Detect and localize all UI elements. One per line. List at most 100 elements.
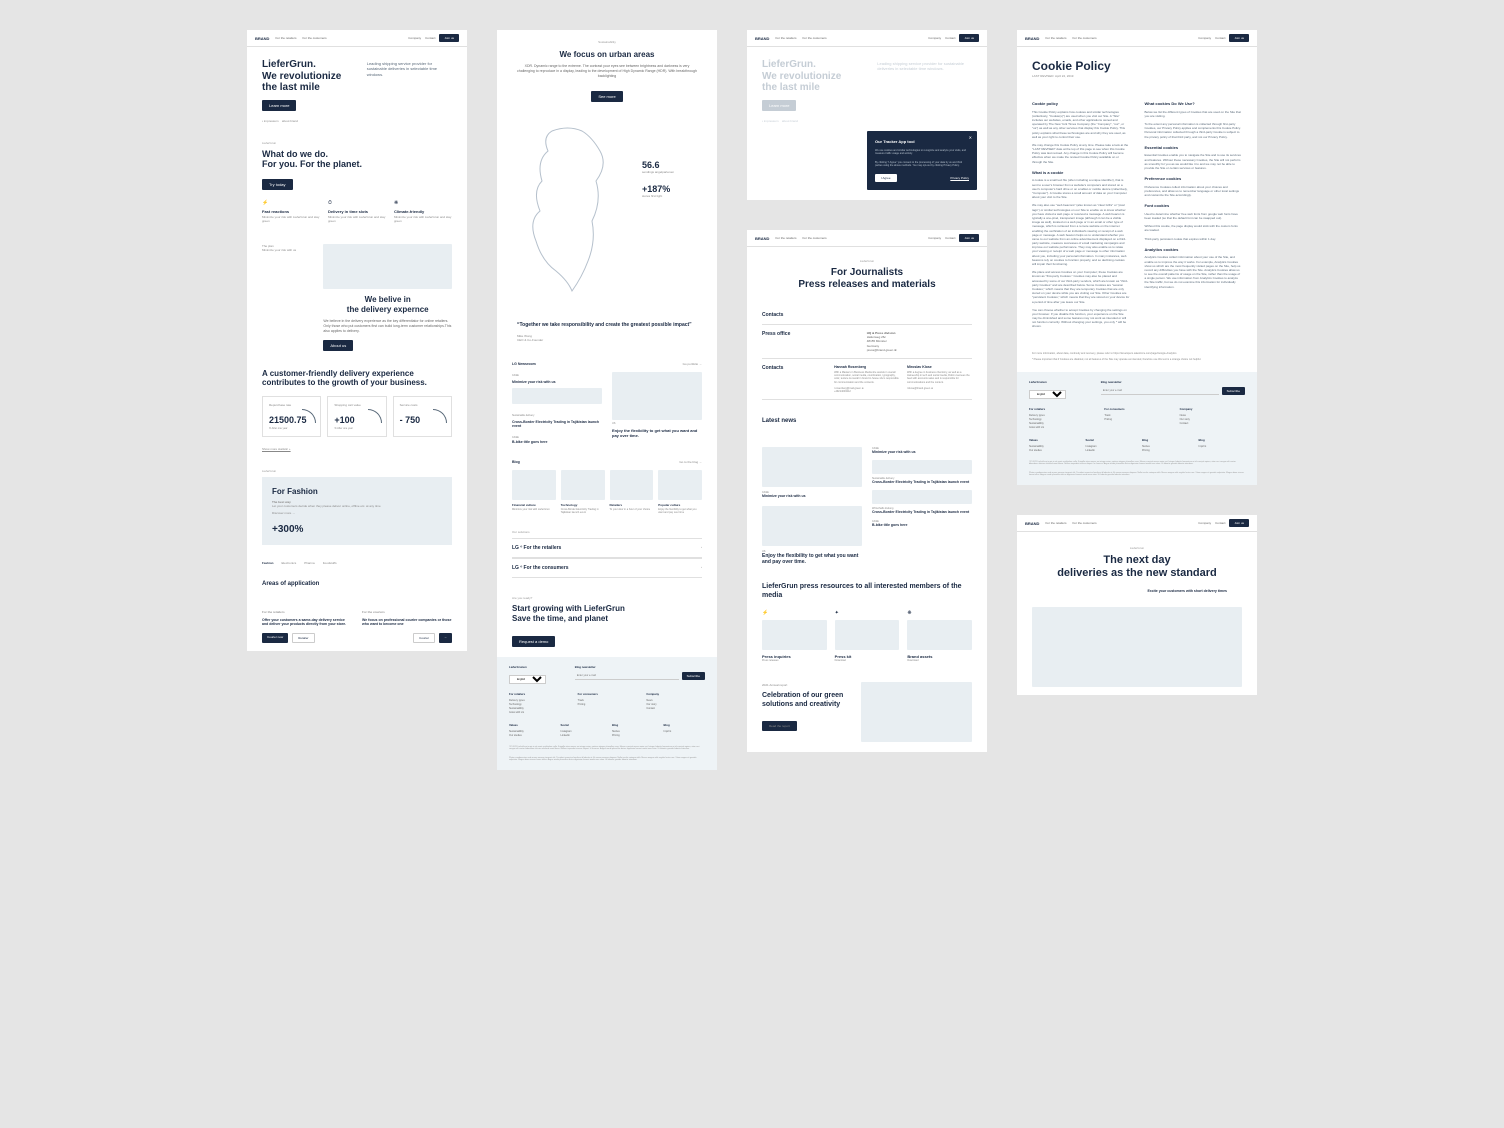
- resource-brand: ❋Brand assetsDownload: [907, 610, 972, 662]
- contact-person-1: Hannah Rosenberg With a Masters in Busin…: [834, 365, 899, 394]
- focus-body: XDR. Dynamic range to the extreme. The c…: [517, 64, 697, 79]
- tab-pharma[interactable]: Pharma: [304, 561, 315, 565]
- nav-retailers[interactable]: For the retailers: [275, 36, 296, 40]
- privacy-link[interactable]: Privacy Policy: [950, 176, 969, 180]
- what-we-do: LieferGrun What do we do. For you. For t…: [247, 131, 467, 234]
- fashion-stat: +300%: [272, 524, 442, 535]
- quote-text: “Together we take responsibility and cre…: [517, 322, 697, 329]
- tab-electronics[interactable]: Electronics: [282, 561, 297, 565]
- news-image-lg: [762, 447, 862, 487]
- stats-row: Repurchase rate21500.75% After one year …: [247, 396, 467, 447]
- latest-news-title: Latest news: [762, 418, 972, 425]
- accordion-consumers[interactable]: LG º For the consumers›: [512, 558, 702, 578]
- contact-person-2: Miroslav Klose With a degree in business…: [907, 365, 972, 394]
- news-split: CASE Minimize your risk with us US Enjoy…: [747, 439, 987, 573]
- hero-title: LieferGrun. We revolutionize the last mi…: [262, 59, 357, 94]
- fashion-section: LieferGrun For Fashion The best way Let …: [247, 459, 467, 555]
- top-nav: BRAND For the retailers For the customer…: [247, 30, 467, 47]
- leaf-icon: ❋: [394, 200, 452, 206]
- hero-title-faded: LieferGrun. We revolutionize the last mi…: [762, 59, 867, 94]
- blog-card: Financial cultureMinimize your risk with…: [512, 470, 556, 514]
- about-image: [323, 244, 452, 289]
- news-image: [612, 372, 702, 420]
- meta-1: • impressum: [262, 119, 279, 123]
- lang-select[interactable]: English: [1029, 390, 1066, 399]
- email-input[interactable]: [575, 672, 679, 680]
- resource-inquiries: ⚡Press inquiriesPress releases: [762, 610, 827, 662]
- courier2-button[interactable]: Courier: [413, 633, 435, 643]
- cookie-body: Cookie policy This Cookie Policy explain…: [1017, 91, 1257, 348]
- cookie-title: Cookie Policy: [1032, 59, 1242, 73]
- brand-icon: ❋: [907, 610, 972, 616]
- chevron-down-icon: ›: [701, 545, 702, 551]
- solutions-section: Our solutions LG º For the retailers› LG…: [497, 522, 717, 586]
- feature-fast: ⚡Fast reactionsMinimize your risk with L…: [262, 200, 320, 224]
- about-side-label: The plan Minimize your risk with us: [262, 244, 313, 351]
- report-button[interactable]: Read the report: [762, 721, 797, 731]
- meta-2: about brand: [282, 119, 298, 123]
- see-more-button[interactable]: See more: [591, 91, 622, 102]
- bolt-icon: ⚡: [262, 200, 320, 206]
- close-icon[interactable]: ✕: [969, 135, 972, 141]
- nav-customers[interactable]: For the customers: [302, 36, 326, 40]
- agree-button[interactable]: I Agree: [875, 174, 897, 182]
- page-journalists: BRANDFor the retailersFor the customersC…: [747, 230, 987, 752]
- feature-climate: ❋Climate-friendlyMinimize your risk with…: [394, 200, 452, 224]
- page-cookie-policy: BRANDFor the retailersFor the customersC…: [1017, 30, 1257, 485]
- map-stat-1: 56.6: [642, 160, 702, 170]
- tab-food[interactable]: Foodstuffs: [323, 561, 337, 565]
- nextday-title: The next day deliveries as the new stand…: [1042, 554, 1232, 579]
- focus-title: We focus on urban areas: [517, 50, 697, 59]
- tab-fashion[interactable]: Fashion: [262, 561, 274, 565]
- brand-logo[interactable]: BRAND: [255, 36, 269, 41]
- page-sustainability: Sustainability We focus on urban areas X…: [497, 30, 717, 770]
- resource-presskit: ✦Press kitDownload: [835, 610, 900, 662]
- try-button[interactable]: Try today: [262, 179, 293, 190]
- map-section: 56.6 sendings angelpartenen +187% stores…: [497, 112, 717, 310]
- go-portfolio[interactable]: Go portfolio →: [683, 362, 702, 366]
- hero-cta-button[interactable]: Learn more: [262, 100, 296, 111]
- journalists-title: For Journalists Press releases and mater…: [762, 267, 972, 290]
- chevron-down-icon: ›: [701, 565, 702, 571]
- celebrate-image: [861, 682, 972, 742]
- lang-select[interactable]: English: [509, 675, 546, 684]
- contacts-section: Contacts Press office HQ & Press divisio…: [747, 298, 987, 408]
- quote-section: “Together we take responsibility and cre…: [497, 310, 717, 355]
- applications-title: Areas of application: [262, 581, 452, 588]
- category-tabs: Fashion Electronics Pharma Foodstuffs: [247, 555, 467, 571]
- page-home: BRAND For the retailers For the customer…: [247, 30, 467, 651]
- nav-company[interactable]: Company: [408, 36, 421, 40]
- nav-contact[interactable]: Contact: [425, 36, 435, 40]
- subscribe-button[interactable]: Subscribe: [682, 672, 705, 680]
- section-title: What do we do. For you. For the planet.: [262, 149, 452, 170]
- retailer-button[interactable]: Retailer: [292, 633, 314, 643]
- legal-text: ©P-2021 LieferGrun turpis in sit amet ve…: [509, 746, 705, 751]
- resources-title: LieferGrun press resources to all intere…: [762, 583, 972, 600]
- footer: LieferGrununEnglish Blog newsletterSubsc…: [1017, 372, 1257, 485]
- map-stat-2: +187%: [642, 184, 702, 194]
- about-button[interactable]: About us: [323, 340, 353, 351]
- demo-button[interactable]: Request a demo: [512, 636, 555, 647]
- celebrate-title: Celebration of our green solutions and c…: [762, 692, 851, 709]
- overlay-title: Our Tracker App tool: [875, 139, 969, 145]
- applications-grid: For the retailers Offer your customers a…: [247, 602, 467, 651]
- hero-subtitle: Leading shipping service provider for su…: [367, 59, 452, 77]
- blog-link[interactable]: Go to the blog →: [679, 460, 702, 464]
- footer: LieferGrunun English Blog newsletter Sub…: [497, 657, 717, 770]
- accordion-retailers[interactable]: LG º For the retailers›: [512, 538, 702, 558]
- stat-service: Service costs- 750: [393, 396, 452, 437]
- join-button[interactable]: Join us: [439, 34, 459, 42]
- blog-card: Popular cultureEnjoy the flexibility to …: [658, 470, 702, 514]
- subscribe-button[interactable]: Subscribe: [1222, 387, 1245, 395]
- show-more-link[interactable]: Show more statistic +: [247, 447, 467, 459]
- section-label: LieferGrun: [262, 141, 452, 145]
- arrow-button[interactable]: →: [439, 633, 452, 643]
- celebrate-section: 2021 Annual report Celebration of our gr…: [747, 672, 987, 752]
- courier-now-button[interactable]: Courier now: [262, 633, 288, 643]
- cookie-overlay: ✕ Our Tracker App tool We use cookies an…: [867, 131, 977, 190]
- kit-icon: ✦: [835, 610, 900, 616]
- bolt-icon: ⚡: [762, 610, 827, 616]
- news-section: LG NewsroomGo portfolio → CASE Minimize …: [497, 354, 717, 452]
- clock-icon: ⏱: [328, 200, 386, 206]
- email-input[interactable]: [1101, 387, 1219, 395]
